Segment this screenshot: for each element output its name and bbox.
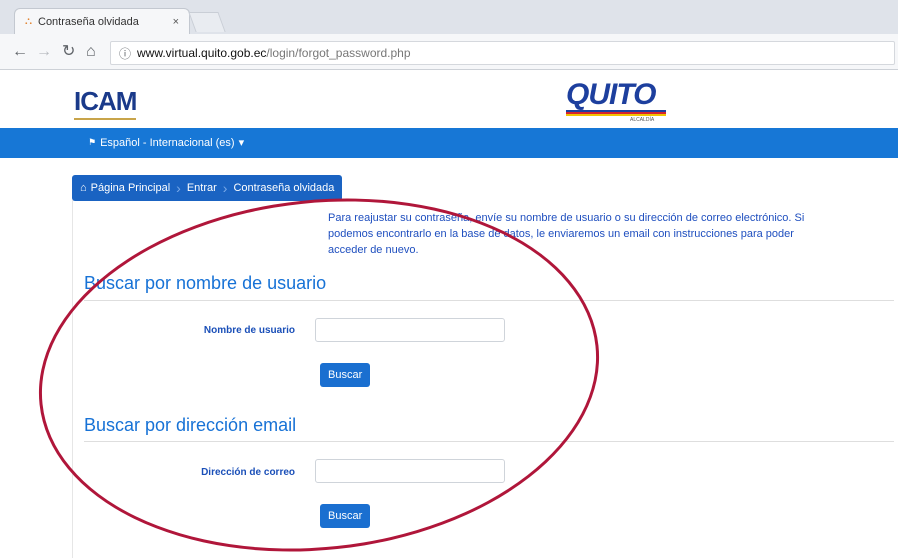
browser-tab[interactable]: ⛬ Contraseña olvidada × xyxy=(14,8,190,34)
username-label: Nombre de usuario xyxy=(203,325,295,336)
back-arrow-icon[interactable]: ← xyxy=(12,43,28,61)
new-tab-button[interactable] xyxy=(188,12,226,32)
forward-arrow-icon[interactable]: → xyxy=(36,43,52,61)
info-icon[interactable]: ⓘ xyxy=(119,45,131,62)
flag-icon: ⚑ xyxy=(88,137,97,147)
instructions-text: Para reajustar su contraseña, envíe su n… xyxy=(328,212,805,256)
close-tab-icon[interactable]: × xyxy=(173,16,179,28)
breadcrumb: ⌂ Página Principal › Entrar › Contraseña… xyxy=(72,175,343,201)
breadcrumb-separator-icon: › xyxy=(222,180,228,196)
icam-logo-underline xyxy=(74,118,136,120)
language-menu[interactable]: ⚑ Español - Internacional (es) ▾ xyxy=(88,136,245,150)
breadcrumb-separator-icon: › xyxy=(176,180,181,196)
section-divider xyxy=(84,300,894,301)
quito-logo[interactable]: QUITO xyxy=(566,78,656,112)
moodle-favicon-icon: ⛬ xyxy=(25,16,32,27)
browser-tabstrip: ⛬ Contraseña olvidada × xyxy=(0,0,898,34)
url-host: www.virtual.quito.gob.ec xyxy=(137,46,267,60)
address-bar[interactable]: ⓘ www.virtual.quito.gob.ec/login/forgot_… xyxy=(110,41,895,65)
search-email-button[interactable]: Buscar xyxy=(320,504,371,528)
section-title-username: Buscar por nombre de usuario xyxy=(84,273,327,293)
reload-icon[interactable]: ↻ xyxy=(62,43,75,61)
url-path: /login/forgot_password.php xyxy=(266,46,411,60)
quito-logo-subtitle: ALCALDÍA xyxy=(630,117,655,123)
tab-title: Contraseña olvidada xyxy=(38,15,139,28)
browser-toolbar: ← → ↻ ⌂ ⓘ www.virtual.quito.gob.ec/login… xyxy=(0,34,898,70)
icam-logo[interactable]: ICAM xyxy=(74,86,137,117)
home-icon: ⌂ xyxy=(80,182,87,194)
search-username-button[interactable]: Buscar xyxy=(320,363,371,387)
section-divider xyxy=(84,441,894,442)
email-input[interactable] xyxy=(315,459,505,483)
breadcrumb-login[interactable]: Entrar xyxy=(187,182,217,194)
quito-logo-stripes xyxy=(566,110,666,116)
section-title-email: Buscar por dirección email xyxy=(84,415,297,435)
username-input[interactable] xyxy=(315,318,505,342)
breadcrumb-home[interactable]: Página Principal xyxy=(91,182,171,194)
chevron-down-icon: ▾ xyxy=(238,137,245,149)
language-label: Español - Internacional (es) xyxy=(100,136,235,149)
email-label: Dirección de correo xyxy=(201,467,295,478)
language-bar: ⚑ Español - Internacional (es) ▾ xyxy=(0,128,898,158)
content-left-border xyxy=(72,200,73,558)
home-icon[interactable]: ⌂ xyxy=(86,43,96,61)
breadcrumb-current: Contraseña olvidada xyxy=(233,182,335,194)
